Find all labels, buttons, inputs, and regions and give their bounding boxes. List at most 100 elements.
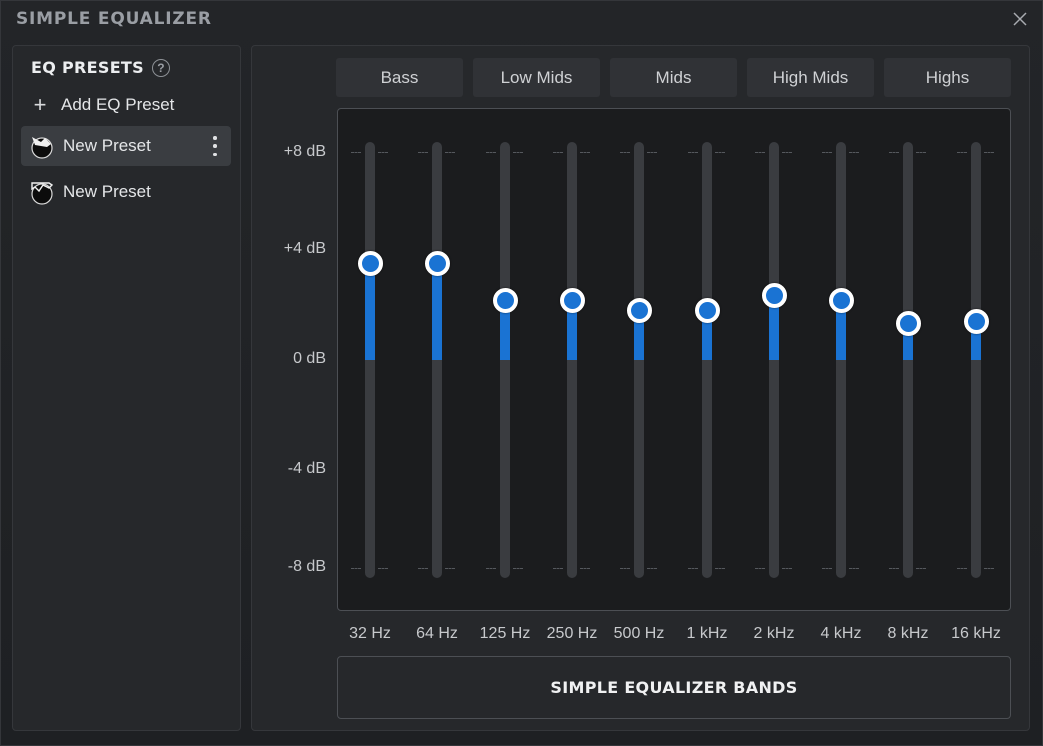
eq-tick-mark	[513, 568, 523, 569]
eq-slider-knob[interactable]	[828, 287, 854, 313]
eq-frequency-label: 500 Hz	[613, 625, 665, 642]
eq-slider-knob[interactable]	[626, 298, 652, 324]
eq-tick-mark	[889, 152, 899, 153]
eq-slider-knob[interactable]	[761, 282, 787, 308]
eq-slider-track[interactable]	[567, 142, 577, 578]
eq-frequency-label: 125 Hz	[479, 625, 531, 642]
equalizer-window: SIMPLE EQUALIZER EQ PRESETS ? + Add EQ P…	[0, 0, 1043, 746]
eq-tick-mark	[418, 568, 428, 569]
eq-tick-mark	[957, 568, 967, 569]
plus-icon: +	[33, 92, 47, 117]
preset-item-2[interactable]: New Preset	[21, 172, 231, 212]
eq-tick-mark	[580, 152, 590, 153]
eq-tick-mark	[889, 568, 899, 569]
eq-slider-knob[interactable]	[357, 251, 383, 277]
preset-label: New Preset	[63, 136, 151, 155]
eq-slider-track[interactable]	[432, 142, 442, 578]
eq-frequency-label: 16 kHz	[951, 625, 1001, 642]
eq-tick-mark	[486, 152, 496, 153]
eq-slider-fill	[432, 263, 442, 360]
preset-icon	[29, 179, 55, 205]
eq-tick-mark	[378, 152, 388, 153]
eq-tick-mark	[486, 568, 496, 569]
preset-label: New Preset	[63, 182, 151, 201]
eq-slider-knob[interactable]	[694, 298, 720, 324]
eq-frequency-label: 4 kHz	[820, 625, 862, 642]
eq-tick-mark	[849, 568, 859, 569]
tab-bass[interactable]: Bass	[336, 58, 463, 97]
equalizer-panel: Bass Low Mids Mids High Mids Highs +8 dB…	[251, 45, 1030, 731]
eq-frequency-label: 8 kHz	[887, 625, 929, 642]
preset-icon	[29, 133, 55, 159]
eq-tick-mark	[620, 568, 630, 569]
eq-slider-track[interactable]	[971, 142, 981, 578]
eq-tick-mark	[984, 568, 994, 569]
eq-slider-track[interactable]	[634, 142, 644, 578]
eq-tick-mark	[351, 568, 361, 569]
presets-header: EQ PRESETS ?	[31, 58, 170, 77]
eq-tick-mark	[553, 568, 563, 569]
eq-frequency-label: 1 kHz	[686, 625, 728, 642]
db-label-plus-8: +8 dB	[283, 143, 326, 160]
eq-tick-mark	[849, 152, 859, 153]
eq-tick-mark	[647, 152, 657, 153]
close-icon[interactable]	[1012, 11, 1028, 27]
eq-tick-mark	[822, 152, 832, 153]
eq-frequency-label: 64 Hz	[416, 625, 458, 642]
eq-slider-track[interactable]	[702, 142, 712, 578]
eq-tick-mark	[620, 152, 630, 153]
tab-low-mids[interactable]: Low Mids	[473, 58, 600, 97]
preset-item-1[interactable]: New Preset	[21, 126, 231, 166]
eq-slider-knob[interactable]	[559, 287, 585, 313]
eq-presets-panel: EQ PRESETS ? + Add EQ Preset New Preset	[12, 45, 241, 731]
eq-tick-mark	[553, 152, 563, 153]
db-label-minus-4: -4 dB	[287, 460, 326, 477]
eq-tick-mark	[916, 152, 926, 153]
eq-slider-knob[interactable]	[424, 251, 450, 277]
eq-frequency-label: 250 Hz	[546, 625, 598, 642]
eq-slider-knob[interactable]	[895, 311, 921, 337]
eq-slider-knob[interactable]	[963, 308, 989, 334]
eq-slider-track[interactable]	[903, 142, 913, 578]
eq-slider-knob[interactable]	[492, 287, 518, 313]
eq-tick-mark	[647, 568, 657, 569]
tab-mids[interactable]: Mids	[610, 58, 737, 97]
eq-slider-track[interactable]	[365, 142, 375, 578]
eq-tick-mark	[755, 152, 765, 153]
db-label-zero: 0 dB	[293, 350, 326, 367]
eq-frequency-label: 2 kHz	[753, 625, 795, 642]
db-label-plus-4: +4 dB	[283, 240, 326, 257]
eq-tick-mark	[688, 568, 698, 569]
eq-tick-mark	[822, 568, 832, 569]
eq-tick-mark	[755, 568, 765, 569]
eq-tick-mark	[782, 568, 792, 569]
add-eq-preset-label: Add EQ Preset	[61, 95, 175, 114]
eq-tick-mark	[445, 152, 455, 153]
eq-tick-mark	[580, 568, 590, 569]
eq-slider-fill	[365, 263, 375, 360]
add-eq-preset-button[interactable]: + Add EQ Preset	[31, 92, 175, 117]
more-options-icon[interactable]	[209, 136, 221, 156]
eq-tick-mark	[916, 568, 926, 569]
eq-tick-mark	[418, 152, 428, 153]
tab-high-mids[interactable]: High Mids	[747, 58, 874, 97]
eq-slider-track[interactable]	[836, 142, 846, 578]
eq-tick-mark	[782, 152, 792, 153]
db-label-minus-8: -8 dB	[287, 558, 326, 575]
eq-tick-mark	[378, 568, 388, 569]
eq-tick-mark	[715, 568, 725, 569]
eq-tick-mark	[513, 152, 523, 153]
eq-tick-mark	[688, 152, 698, 153]
presets-title: EQ PRESETS	[31, 58, 144, 77]
eq-tick-mark	[715, 152, 725, 153]
window-title: SIMPLE EQUALIZER	[16, 9, 212, 29]
eq-tick-mark	[957, 152, 967, 153]
simple-equalizer-bands-button[interactable]: SIMPLE EQUALIZER BANDS	[337, 656, 1011, 719]
eq-frequency-label: 32 Hz	[349, 625, 391, 642]
eq-slider-track[interactable]	[769, 142, 779, 578]
eq-tick-mark	[984, 152, 994, 153]
tab-highs[interactable]: Highs	[884, 58, 1011, 97]
help-icon[interactable]: ?	[151, 58, 170, 77]
eq-tick-mark	[351, 152, 361, 153]
eq-slider-track[interactable]	[500, 142, 510, 578]
